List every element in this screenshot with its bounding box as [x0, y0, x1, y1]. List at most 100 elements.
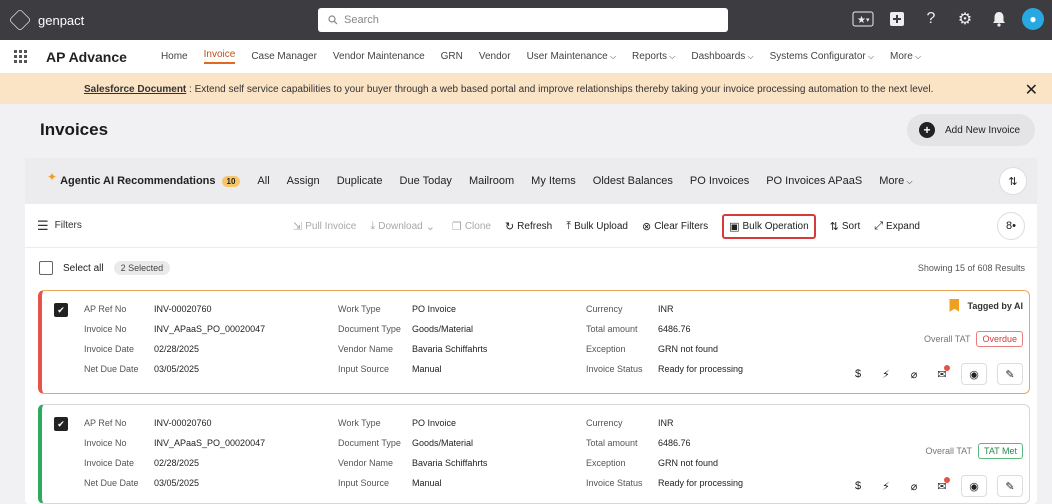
- tab-agentic-ai[interactable]: ✦ Agentic AI Recommendations 10: [47, 170, 241, 188]
- exception-label: Exception: [586, 344, 626, 354]
- tab-due-today[interactable]: Due Today: [400, 175, 452, 187]
- nav-home[interactable]: Home: [161, 51, 188, 62]
- nav-systems-configurator[interactable]: Systems Configurator: [770, 51, 874, 62]
- nav-reports[interactable]: Reports: [632, 51, 675, 62]
- genpact-logo[interactable]: genpact: [8, 8, 84, 32]
- tab-all[interactable]: All: [257, 175, 269, 187]
- nav-case-manager[interactable]: Case Manager: [251, 51, 317, 62]
- nav-more[interactable]: More: [890, 51, 921, 62]
- net-due-value: 03/05/2025: [154, 364, 200, 374]
- input-source-value: Manual: [412, 478, 442, 488]
- tagged-by-ai-label: Tagged by AI: [967, 300, 1023, 311]
- invoice-status-value: Ready for processing: [658, 364, 744, 374]
- flow-icon[interactable]: ⚡: [877, 477, 895, 495]
- download-icon: ⤓: [370, 219, 376, 232]
- edit-icon[interactable]: ✎: [997, 363, 1023, 385]
- filters-button[interactable]: ☰ Filters: [37, 218, 82, 234]
- flow-icon[interactable]: ⚡: [877, 365, 895, 383]
- attachment-icon[interactable]: ⌀: [905, 365, 923, 383]
- nav-invoice[interactable]: Invoice: [203, 49, 236, 64]
- expand-button[interactable]: ⤢ Expand: [874, 220, 920, 233]
- invoice-card[interactable]: ✔ AP Ref No INV-00020760 Invoice No INV_AP…: [38, 404, 1030, 504]
- clear-filters-button[interactable]: ⊗ Clear Filters: [642, 220, 708, 233]
- invoice-tabs: ✦ Agentic AI Recommendations 10 All Assi…: [25, 158, 1037, 204]
- pull-icon: ⇲: [293, 220, 303, 233]
- ap-ref-label: AP Ref No: [84, 304, 127, 314]
- invoice-date-value: 02/28/2025: [154, 458, 200, 468]
- net-due-label: Net Due Date: [84, 364, 139, 374]
- invoice-date-label: Invoice Date: [84, 344, 135, 354]
- invoice-no-value: INV_APaaS_PO_00020047: [154, 324, 266, 334]
- work-type-label: Work Type: [338, 304, 381, 314]
- app-grid-icon[interactable]: [14, 49, 28, 64]
- input-source-value: Manual: [412, 364, 442, 374]
- search-input[interactable]: Search: [318, 8, 728, 32]
- clone-button[interactable]: ❐ Clone: [452, 220, 491, 233]
- invoice-card[interactable]: ✔ AP Ref No INV-00020760 Invoice No INV_AP…: [38, 290, 1030, 394]
- attachment-icon[interactable]: ⌀: [905, 477, 923, 495]
- currency-label: Currency: [586, 418, 623, 428]
- overall-tat: Overall TAT Overdue: [924, 331, 1023, 347]
- mail-icon[interactable]: ✉: [933, 477, 951, 495]
- expand-label: Expand: [886, 220, 920, 232]
- tab-oldest-balances[interactable]: Oldest Balances: [593, 175, 673, 187]
- nav-vendor-maintenance[interactable]: Vendor Maintenance: [333, 51, 425, 62]
- select-all-label: Select all: [63, 262, 104, 274]
- vendor-name-value: Bavaria Schiffahrts: [412, 344, 488, 354]
- more-actions-button[interactable]: 8 •: [997, 212, 1025, 240]
- download-button[interactable]: ⤓ Download ⌄: [370, 220, 438, 233]
- help-icon[interactable]: ?: [920, 8, 942, 30]
- vendor-name-value: Bavaria Schiffahrts: [412, 458, 488, 468]
- invoice-checkbox[interactable]: ✔: [54, 303, 68, 317]
- svg-text:★: ★: [857, 15, 866, 26]
- plus-icon: +: [919, 122, 935, 138]
- view-icon[interactable]: ◉: [961, 363, 987, 385]
- tab-duplicate[interactable]: Duplicate: [337, 175, 383, 187]
- more-actions-count: 8: [1006, 220, 1013, 232]
- selected-count-badge: 2 Selected: [113, 261, 171, 275]
- nav-dashboards[interactable]: Dashboards: [691, 51, 753, 62]
- tab-po-invoices[interactable]: PO Invoices: [690, 175, 749, 187]
- nav-user-maintenance[interactable]: User Maintenance: [527, 51, 616, 62]
- total-amount-label: Total amount: [586, 438, 638, 448]
- mail-icon[interactable]: ✉: [933, 365, 951, 383]
- refresh-label: Refresh: [517, 220, 553, 232]
- bulk-operation-button[interactable]: ▣ Bulk Operation: [722, 213, 816, 239]
- info-banner: Salesforce Document : Extend self servic…: [0, 74, 1052, 104]
- agentic-count-badge: 10: [221, 175, 241, 187]
- input-source-label: Input Source: [338, 478, 390, 488]
- tab-more[interactable]: More: [879, 175, 912, 187]
- overall-tat: Overall TAT TAT Met: [925, 443, 1023, 459]
- invoice-status-label: Invoice Status: [586, 364, 643, 374]
- star-icon[interactable]: ★ ▾: [852, 8, 874, 30]
- view-icon[interactable]: ◉: [961, 475, 987, 497]
- nav-grn[interactable]: GRN: [441, 51, 463, 62]
- tab-mailroom[interactable]: Mailroom: [469, 175, 514, 187]
- refresh-button[interactable]: ↻ Refresh: [505, 220, 552, 233]
- tab-settings-icon[interactable]: ⇅: [999, 167, 1027, 195]
- currency-icon[interactable]: $: [849, 365, 867, 383]
- pull-invoice-button[interactable]: ⇲ Pull Invoice: [293, 220, 356, 233]
- invoice-checkbox[interactable]: ✔: [54, 417, 68, 431]
- add-box-icon[interactable]: [886, 8, 908, 30]
- tat-status-badge: Overdue: [976, 331, 1023, 347]
- tat-status-badge: TAT Met: [977, 443, 1023, 459]
- banner-link[interactable]: Salesforce Document: [84, 84, 186, 95]
- tab-my-items[interactable]: My Items: [531, 175, 576, 187]
- tab-po-invoices-apaas[interactable]: PO Invoices APaaS: [766, 175, 862, 187]
- tagged-by-ai-badge: Tagged by AI: [949, 299, 1023, 312]
- nav-vendor[interactable]: Vendor: [479, 51, 511, 62]
- user-avatar[interactable]: ●: [1022, 8, 1044, 30]
- select-all-checkbox[interactable]: [39, 261, 53, 275]
- tab-assign[interactable]: Assign: [287, 175, 320, 187]
- bulk-upload-button[interactable]: ⤒ Bulk Upload: [566, 220, 628, 233]
- add-new-invoice-button[interactable]: + Add New Invoice: [907, 114, 1035, 146]
- invoice-no-label: Invoice No: [84, 438, 127, 448]
- bell-icon[interactable]: [988, 8, 1010, 30]
- sort-button[interactable]: ⇅ Sort: [830, 220, 861, 233]
- settings-icon[interactable]: ⚙: [954, 8, 976, 30]
- search-icon: [328, 15, 338, 25]
- edit-icon[interactable]: ✎: [997, 475, 1023, 497]
- currency-icon[interactable]: $: [849, 477, 867, 495]
- close-icon[interactable]: ✕: [1025, 80, 1038, 100]
